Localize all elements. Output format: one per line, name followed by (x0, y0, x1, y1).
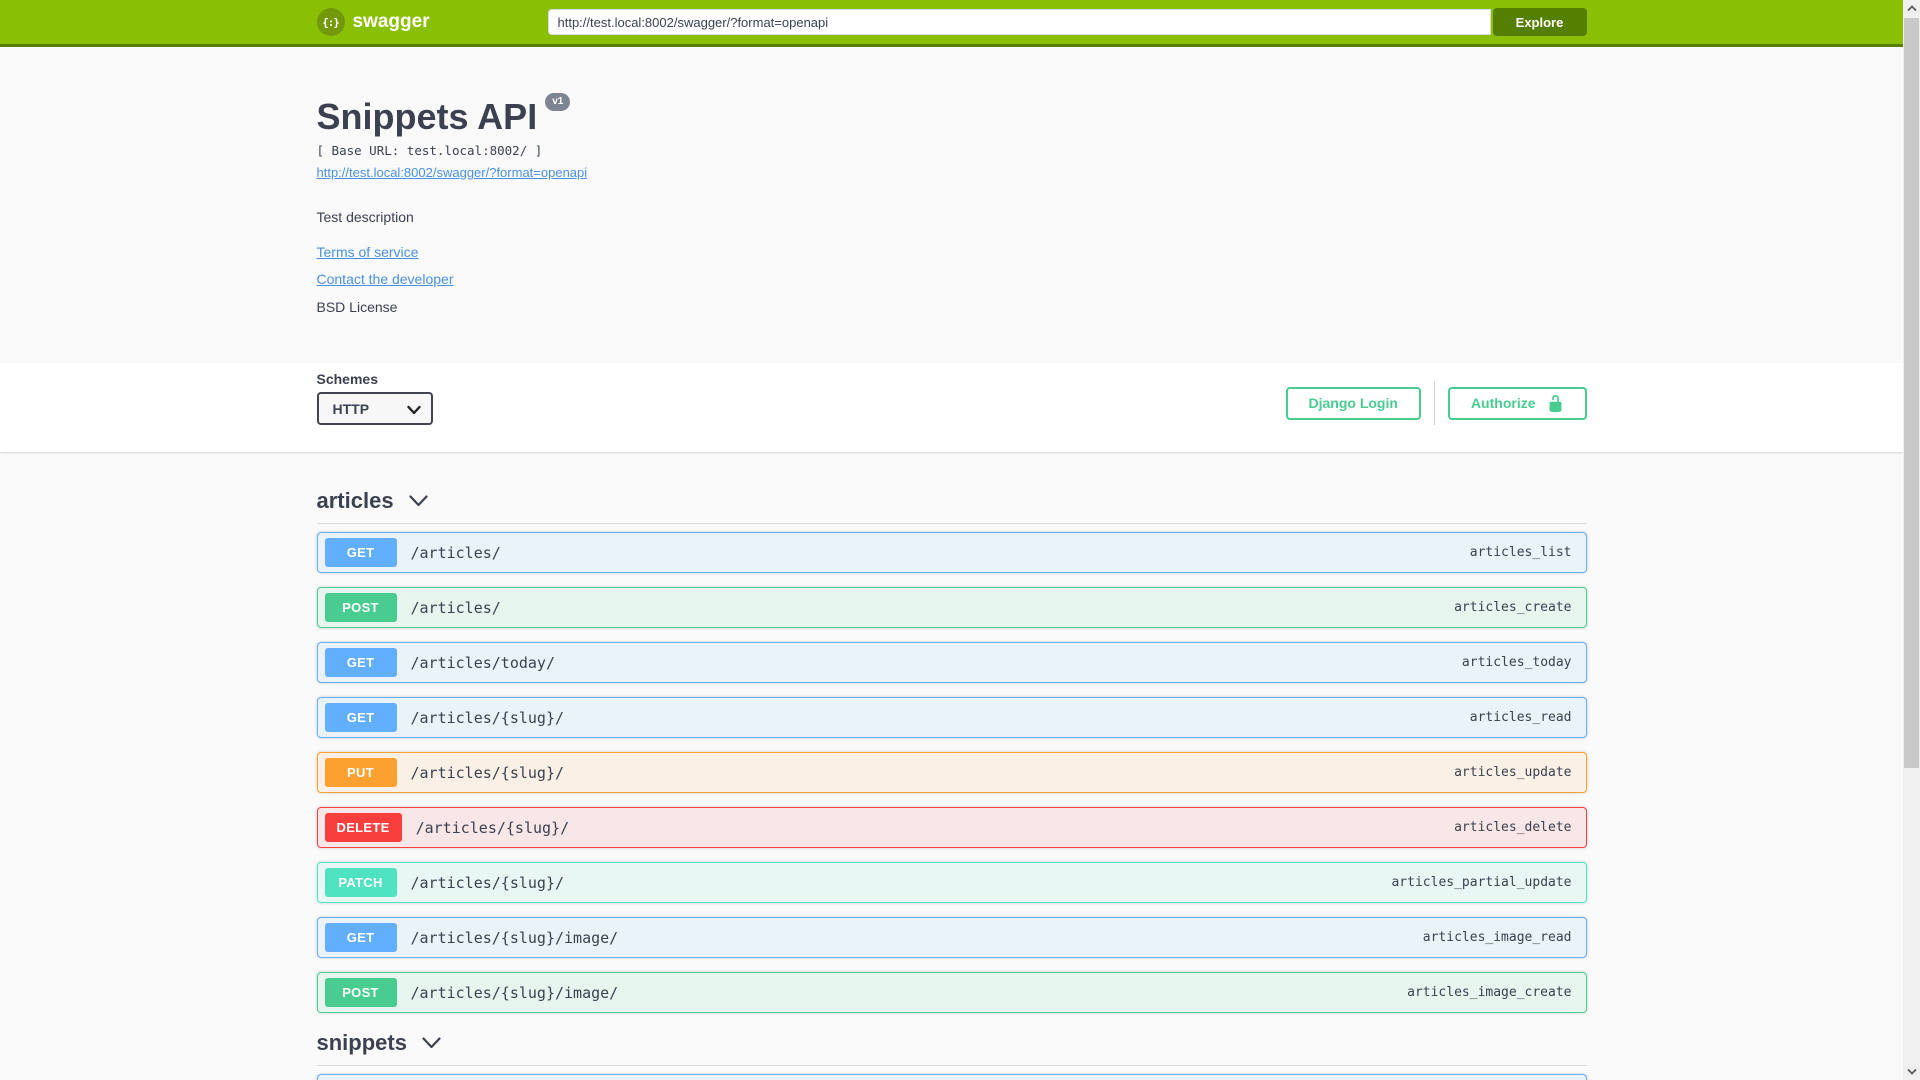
operation-id: articles_partial_update (1391, 875, 1572, 890)
chevron-down-icon (422, 1036, 441, 1054)
method-badge: POST (324, 593, 397, 622)
scheme-container: Schemes HTTP Django Login Authorize (0, 363, 1903, 452)
operation-path: /articles/ (410, 543, 501, 562)
scrollbar-thumb[interactable] (1904, 18, 1919, 768)
topbar: {:} swagger Explore (0, 0, 1903, 47)
method-badge: GET (324, 648, 397, 677)
method-badge: GET (324, 923, 397, 952)
explore-button[interactable]: Explore (1492, 8, 1587, 36)
schemes-group: Schemes HTTP (316, 371, 433, 425)
django-login-label: Django Login (1308, 395, 1398, 411)
operation-path: /articles/{slug}/image/ (410, 928, 619, 947)
operation-row[interactable]: GET /snippets/ snippets_list (316, 1074, 1587, 1080)
operation-path: /articles/{slug}/image/ (410, 983, 619, 1002)
page-title: Snippets API v1 (316, 93, 1587, 137)
operation-row[interactable]: GET /articles/ articles_list (316, 532, 1587, 573)
section-tag-header[interactable]: snippets (316, 1030, 1587, 1066)
authorize-button[interactable]: Authorize (1447, 386, 1587, 420)
operation-id: articles_update (1454, 765, 1572, 780)
schemes-selected-value: HTTP (332, 400, 370, 417)
operation-path: /articles/{slug}/ (415, 818, 570, 837)
terms-of-service-link[interactable]: Terms of service (317, 244, 419, 260)
method-badge: PATCH (324, 868, 397, 897)
operation-row[interactable]: PUT /articles/{slug}/ articles_update (316, 752, 1587, 793)
info-section: Snippets API v1 [ Base URL: test.local:80… (0, 47, 1903, 363)
operation-id: articles_list (1469, 545, 1572, 560)
section-tag-title: articles (316, 488, 394, 513)
api-description: Test description (316, 209, 414, 225)
operation-row[interactable]: GET /articles/{slug}/ articles_read (316, 697, 1587, 738)
schemes-select[interactable]: HTTP (316, 392, 433, 425)
section-tag-title: snippets (316, 1030, 407, 1055)
django-login-button[interactable]: Django Login (1285, 386, 1421, 420)
operation-id: articles_today (1461, 655, 1572, 670)
section-tag-header[interactable]: articles (316, 488, 1587, 524)
version-badge: v1 (545, 93, 571, 111)
operation-path: /articles/ (410, 598, 501, 617)
api-section: articles GET /articles/ articles_list PO… (316, 488, 1587, 1013)
method-badge: GET (324, 703, 397, 732)
operation-row[interactable]: POST /articles/ articles_create (316, 587, 1587, 628)
chevron-down-icon (408, 494, 428, 512)
base-url: [ Base URL: test.local:8002/ ] (316, 143, 543, 158)
api-title-text: Snippets API (316, 96, 538, 137)
auth-wrapper: Django Login Authorize (1285, 381, 1587, 425)
operation-row[interactable]: DELETE /articles/{slug}/ articles_delete (316, 807, 1587, 848)
operation-row[interactable]: PATCH /articles/{slug}/ articles_partial… (316, 862, 1587, 903)
operation-path: /articles/{slug}/ (410, 763, 565, 782)
scrollbar[interactable] (1903, 0, 1920, 1080)
auth-divider (1433, 381, 1435, 425)
operations-list: GET /snippets/ snippets_list (316, 1074, 1587, 1080)
operations-list: GET /articles/ articles_list POST /artic… (316, 532, 1587, 1013)
operation-path: /articles/{slug}/ (410, 873, 565, 892)
operation-id: articles_read (1469, 710, 1572, 725)
explore-form: Explore (547, 8, 1587, 36)
api-section: snippets GET /snippets/ snippets_list (316, 1030, 1587, 1080)
method-badge: POST (324, 978, 397, 1007)
authorize-label: Authorize (1470, 395, 1536, 411)
scrollbar-up-button[interactable] (1903, 0, 1920, 17)
operation-id: articles_delete (1454, 820, 1572, 835)
spec-link[interactable]: http://test.local:8002/swagger/?format=o… (317, 165, 588, 180)
operation-path: /articles/today/ (410, 653, 556, 672)
unlock-icon (1547, 394, 1564, 413)
contact-developer-link[interactable]: Contact the developer (317, 271, 454, 287)
operation-id: articles_create (1454, 600, 1572, 615)
swagger-page: {:} swagger Explore Snippets API v1 [ Bas… (0, 0, 1903, 1080)
operation-row[interactable]: POST /articles/{slug}/image/ articles_im… (316, 972, 1587, 1013)
operation-id: articles_image_create (1407, 985, 1572, 1000)
swagger-logo-icon: {:} (316, 8, 345, 36)
license-text: BSD License (316, 299, 398, 315)
spec-url-input[interactable] (547, 9, 1491, 35)
swagger-brand[interactable]: {:} swagger (316, 8, 548, 36)
brand-name: swagger (352, 11, 430, 32)
operations-area: articles GET /articles/ articles_list PO… (316, 488, 1587, 1080)
schemes-label: Schemes (316, 371, 378, 387)
method-badge: PUT (324, 758, 397, 787)
operation-row[interactable]: GET /articles/today/ articles_today (316, 642, 1587, 683)
method-badge: DELETE (324, 813, 402, 842)
operation-id: articles_image_read (1422, 930, 1572, 945)
operation-path: /articles/{slug}/ (410, 708, 565, 727)
scrollbar-down-button[interactable] (1903, 1063, 1920, 1080)
operation-row[interactable]: GET /articles/{slug}/image/ articles_ima… (316, 917, 1587, 958)
method-badge: GET (324, 538, 397, 567)
